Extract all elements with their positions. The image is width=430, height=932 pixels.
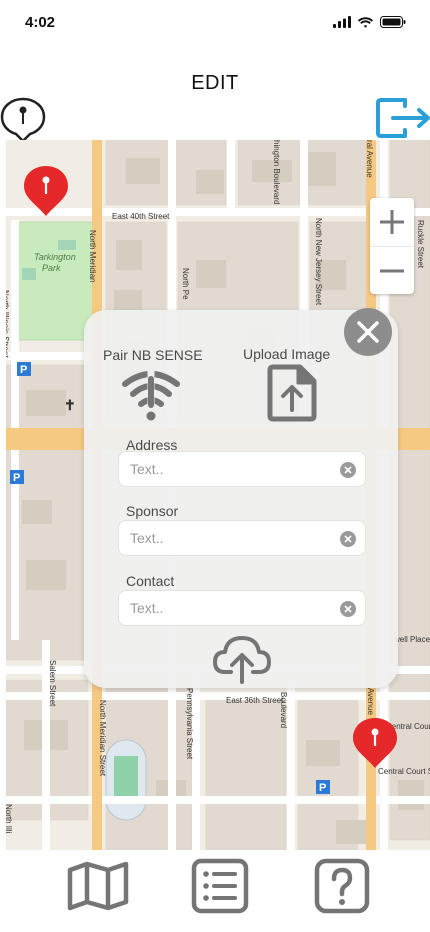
address-field xyxy=(118,451,366,487)
help-icon xyxy=(314,858,370,914)
wifi-status-icon xyxy=(357,17,374,28)
tab-help[interactable] xyxy=(310,856,374,916)
battery-icon xyxy=(380,16,406,28)
sponsor-input[interactable] xyxy=(119,521,339,555)
tab-list[interactable] xyxy=(188,856,252,916)
svg-text:Tarkington: Tarkington xyxy=(34,252,76,262)
svg-text:North Illi: North Illi xyxy=(6,804,13,834)
svg-text:Ruckle Street: Ruckle Street xyxy=(416,220,425,269)
close-icon xyxy=(344,605,352,613)
status-bar: 4:02 xyxy=(0,0,430,48)
map-marker[interactable] xyxy=(22,164,70,224)
logout-button[interactable] xyxy=(375,94,430,142)
plus-icon xyxy=(380,210,404,234)
svg-text:North Illinois Street: North Illinois Street xyxy=(6,290,10,358)
status-icons xyxy=(333,16,406,28)
contact-field xyxy=(118,590,366,626)
tab-map[interactable] xyxy=(66,856,130,916)
map-pin-outline-icon xyxy=(0,97,46,143)
close-icon xyxy=(344,466,352,474)
contact-input[interactable] xyxy=(119,591,339,625)
list-icon xyxy=(191,858,249,914)
close-popup-button[interactable] xyxy=(344,308,392,356)
add-marker-button[interactable] xyxy=(0,96,48,144)
sponsor-label: Sponsor xyxy=(126,503,179,519)
logout-icon xyxy=(376,98,430,138)
minus-icon xyxy=(380,269,404,272)
pair-sensor-label: Pair NB SENSE xyxy=(103,347,203,363)
svg-text:P: P xyxy=(20,364,27,376)
svg-text:Salem Street: Salem Street xyxy=(48,660,57,707)
pair-sensor-button[interactable] xyxy=(119,366,183,422)
submit-upload-button[interactable] xyxy=(212,632,272,686)
svg-text:✝: ✝ xyxy=(64,397,76,413)
svg-text:Avenue: Avenue xyxy=(366,688,375,716)
svg-text:well Place: well Place xyxy=(393,635,430,644)
svg-text:North Meridian Street: North Meridian Street xyxy=(98,700,107,777)
svg-text:P: P xyxy=(319,782,326,794)
zoom-out-button[interactable] xyxy=(370,246,414,294)
svg-text:Pennsylvania Street: Pennsylvania Street xyxy=(185,688,194,760)
svg-text:Boulevard: Boulevard xyxy=(279,692,288,728)
cloud-upload-icon xyxy=(213,636,271,684)
wifi-off-icon xyxy=(122,370,180,421)
svg-text:P: P xyxy=(13,472,20,484)
close-icon xyxy=(344,535,352,543)
red-map-marker-icon xyxy=(353,718,397,768)
zoom-in-button[interactable] xyxy=(370,198,414,246)
clear-address-button[interactable] xyxy=(340,462,356,478)
sponsor-field xyxy=(118,520,366,556)
address-input[interactable] xyxy=(119,452,339,486)
zoom-controls xyxy=(370,198,414,294)
close-icon xyxy=(357,321,379,343)
page-title: EDIT xyxy=(191,72,239,94)
svg-text:ral Avenue: ral Avenue xyxy=(365,140,374,178)
file-upload-icon xyxy=(267,364,317,422)
status-time: 4:02 xyxy=(25,14,56,31)
upload-image-button[interactable] xyxy=(262,364,322,422)
clear-sponsor-button[interactable] xyxy=(340,531,356,547)
clear-contact-button[interactable] xyxy=(340,601,356,617)
svg-text:East 40th Street: East 40th Street xyxy=(112,212,170,221)
svg-text:North Pe: North Pe xyxy=(181,268,190,300)
map-icon xyxy=(67,861,129,911)
contact-label: Contact xyxy=(126,573,175,589)
map-marker[interactable] xyxy=(351,716,399,776)
svg-text:North New Jersey Street: North New Jersey Street xyxy=(314,218,323,306)
red-map-marker-icon xyxy=(24,166,68,216)
bottom-tab-bar xyxy=(0,850,430,932)
svg-text:North Meridian: North Meridian xyxy=(88,230,97,282)
svg-text:hington Boulevard: hington Boulevard xyxy=(272,140,281,205)
svg-text:Park: Park xyxy=(42,263,61,273)
svg-text:East 36th Street: East 36th Street xyxy=(226,696,284,705)
cellular-signal-icon xyxy=(333,16,351,28)
upload-image-label: Upload Image xyxy=(243,346,331,362)
